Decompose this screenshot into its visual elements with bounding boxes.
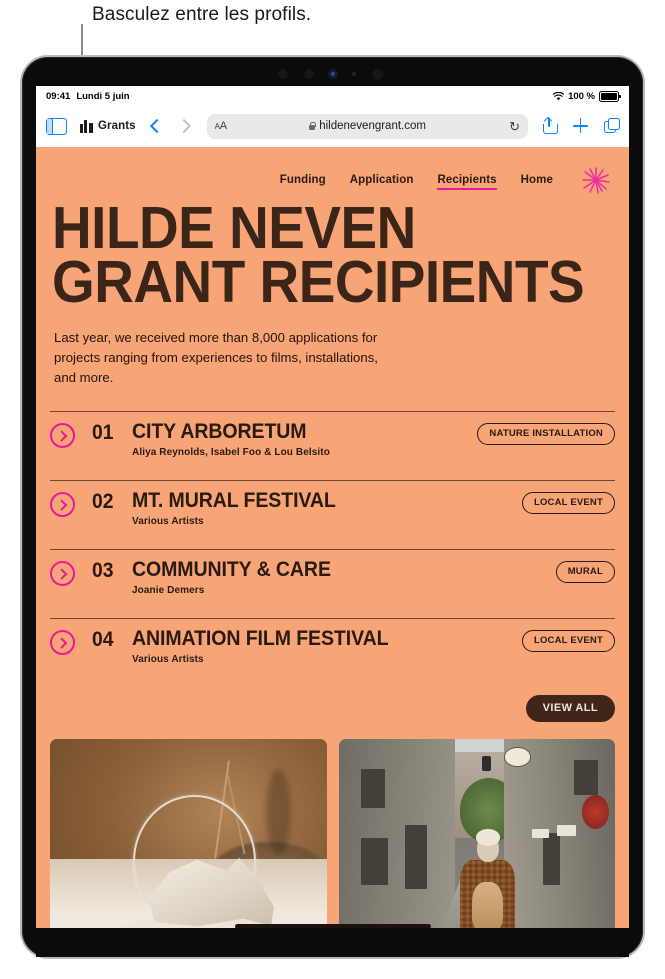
page-title-line2: GRANT RECIPIENTS	[52, 249, 585, 316]
arrow-right-circle-icon[interactable]	[50, 491, 75, 517]
tabs-icon[interactable]	[604, 118, 620, 134]
plus-icon[interactable]	[573, 118, 588, 134]
address-bar[interactable]: AAAA hildenevengrant.com ↻	[206, 113, 528, 139]
view-all-container: VIEW ALL	[36, 687, 629, 722]
recipient-row[interactable]: 04 ANIMATION FILM FESTIVAL Various Artis…	[50, 619, 615, 687]
nav-link-funding[interactable]: Funding	[280, 174, 326, 186]
view-all-button[interactable]: VIEW ALL	[525, 694, 615, 722]
sensor-dot	[278, 69, 288, 79]
site-navigation: Funding Application Recipients Home	[36, 147, 629, 195]
flower-burst-logo[interactable]	[581, 165, 611, 195]
hero-lede: Last year, we received more than 8,000 a…	[54, 329, 378, 386]
recipient-title: ANIMATION FILM FESTIVAL	[132, 626, 389, 650]
arrow-right-circle-icon[interactable]	[50, 629, 75, 655]
front-camera-icon	[328, 69, 338, 79]
nav-link-recipients[interactable]: Recipients	[437, 174, 497, 190]
status-time: 09:41	[46, 91, 71, 102]
arrow-right-circle-icon[interactable]	[50, 422, 75, 448]
lock-icon	[308, 121, 316, 131]
sensor-dot	[372, 69, 383, 80]
recipient-number: 03	[92, 558, 114, 582]
front-sensor-array	[22, 57, 643, 86]
recipient-badge: MURAL	[555, 560, 615, 583]
recipient-text: ANIMATION FILM FESTIVAL Various Artists	[132, 628, 514, 665]
recipient-artists: Aliya Reynolds, Isabel Foo & Lou Belsito	[132, 446, 330, 458]
recipient-text: MT. MURAL FESTIVAL Various Artists	[132, 490, 514, 527]
page-title: HILDE NEVEN GRANT RECIPIENTS	[52, 199, 589, 312]
sidebar-icon[interactable]	[46, 117, 67, 135]
recipient-number: 02	[92, 489, 114, 513]
recipient-row[interactable]: 02 MT. MURAL FESTIVAL Various Artists LO…	[50, 481, 615, 550]
device-screen: 09:41 Lundi 5 juin 100 % Grants AA hilde…	[36, 86, 629, 942]
web-page-content: Funding Application Recipients Home HILD…	[36, 147, 629, 942]
chevron-left-icon[interactable]	[149, 118, 164, 134]
screenshot-stage: Basculez entre les profils. 09:41 Lundi …	[0, 0, 665, 979]
recipient-text: COMMUNITY & CARE Joanie Demers	[132, 559, 548, 596]
toolbar-right-actions	[542, 118, 620, 134]
recipients-list: 01 CITY ARBORETUM Aliya Reynolds, Isabel…	[50, 410, 615, 687]
status-date: Lundi 5 juin	[76, 91, 130, 102]
status-bar-right: 100 %	[552, 91, 621, 102]
address-bar-url: hildenevengrant.com	[319, 120, 426, 132]
recipient-title: CITY ARBORETUM	[132, 419, 307, 443]
installation-photo[interactable]	[50, 738, 327, 942]
navigation-arrows	[149, 118, 191, 134]
wifi-icon	[552, 91, 565, 101]
recipient-row[interactable]: 01 CITY ARBORETUM Aliya Reynolds, Isabel…	[50, 412, 615, 481]
nav-link-home[interactable]: Home	[521, 174, 553, 186]
recipient-badge: LOCAL EVENT	[521, 629, 615, 652]
battery-percent: 100 %	[568, 91, 595, 102]
sensor-dot	[352, 72, 356, 76]
alley-photo[interactable]	[338, 738, 615, 942]
status-bar: 09:41 Lundi 5 juin 100 %	[36, 86, 629, 107]
recipient-artists: Various Artists	[132, 515, 204, 527]
arrow-right-circle-icon[interactable]	[50, 560, 75, 586]
browser-toolbar: Grants AAAA hildenevengrant.com ↻	[36, 107, 629, 147]
hero-section: HILDE NEVEN GRANT RECIPIENTS Last year, …	[36, 195, 629, 389]
recipient-badge: NATURE INSTALLATION	[477, 422, 615, 445]
share-icon[interactable]	[542, 118, 558, 134]
callout-label: Basculez entre les profils.	[92, 4, 312, 25]
sensor-dot	[304, 69, 314, 79]
recipient-title: COMMUNITY & CARE	[132, 557, 331, 581]
status-bar-left: 09:41 Lundi 5 juin	[46, 91, 130, 102]
recipient-row[interactable]: 03 COMMUNITY & CARE Joanie Demers MURAL	[50, 550, 615, 619]
recipient-number: 04	[92, 627, 114, 651]
recipient-artists: Various Artists	[132, 653, 204, 665]
profile-name-label: Grants	[98, 120, 136, 132]
address-bar-center: hildenevengrant.com	[207, 120, 528, 132]
device-bottom-bezel	[36, 928, 629, 957]
nav-link-application[interactable]: Application	[350, 174, 414, 186]
profile-grants-icon	[80, 119, 93, 133]
chevron-right-icon	[176, 118, 191, 134]
photo-gallery	[36, 722, 629, 942]
profile-switcher-button[interactable]: Grants	[80, 119, 136, 133]
battery-full-icon	[599, 91, 621, 102]
recipient-artists: Joanie Demers	[132, 584, 205, 596]
recipient-text: CITY ARBORETUM Aliya Reynolds, Isabel Fo…	[132, 421, 469, 458]
recipient-number: 01	[92, 420, 114, 444]
recipient-title: MT. MURAL FESTIVAL	[132, 488, 336, 512]
recipient-badge: LOCAL EVENT	[521, 491, 615, 514]
ipad-device: 09:41 Lundi 5 juin 100 % Grants AA hilde…	[22, 57, 643, 957]
